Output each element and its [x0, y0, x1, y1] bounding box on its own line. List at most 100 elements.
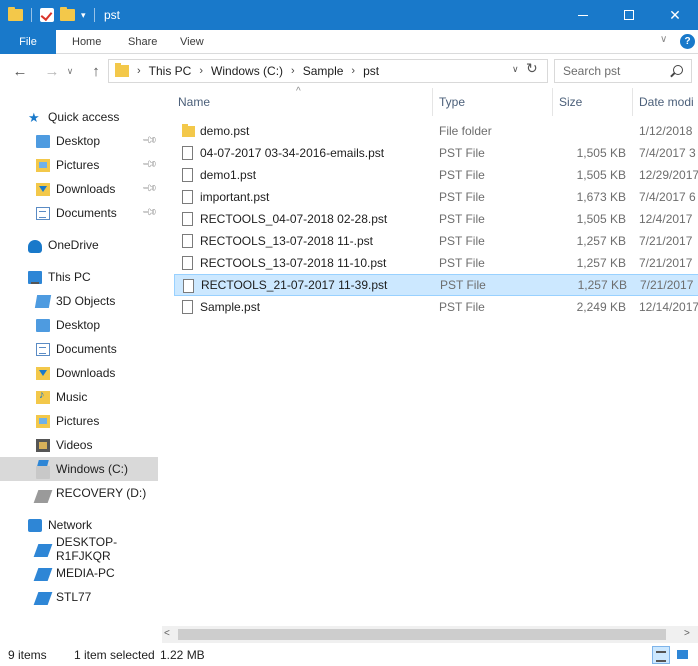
file-icon: [182, 256, 193, 270]
file-name: RECTOOLS_13-07-2018 11-.pst: [200, 234, 373, 248]
file-row[interactable]: 04-07-2017 03-34-2016-emails.pst PST Fil…: [174, 142, 698, 164]
nav-recovery-d[interactable]: RECOVERY (D:): [0, 481, 158, 505]
up-button[interactable]: ↑: [86, 61, 106, 81]
network-computer-icon: [33, 568, 53, 581]
horizontal-scrollbar[interactable]: < >: [162, 626, 698, 643]
breadcrumb-separator[interactable]: ›: [291, 65, 295, 77]
nav-network[interactable]: Network: [0, 513, 158, 537]
file-row[interactable]: demo.pst File folder 1/12/2018: [174, 120, 698, 142]
status-selection-size: 1.22 MB: [160, 648, 205, 662]
nav-network-desktop[interactable]: DESKTOP-R1FJKQR: [0, 535, 158, 563]
nav-label: Videos: [56, 438, 93, 452]
file-row[interactable]: Sample.pst PST File 2,249 KB 12/14/2017: [174, 296, 698, 318]
file-row[interactable]: RECTOOLS_13-07-2018 11-10.pst PST File 1…: [174, 252, 698, 274]
breadcrumb-windows-c[interactable]: Windows (C:): [211, 64, 283, 78]
column-header-date[interactable]: Date modi: [632, 88, 698, 116]
breadcrumb-sample[interactable]: Sample: [303, 64, 344, 78]
nav-music[interactable]: Music: [0, 385, 158, 409]
file-date: 7/4/2017 3: [639, 146, 696, 160]
nav-onedrive[interactable]: OneDrive: [0, 233, 158, 257]
nav-quick-documents[interactable]: Documents 📌︎: [0, 201, 158, 225]
customize-toolbar-chevron-icon[interactable]: ▾: [81, 10, 86, 21]
nav-videos[interactable]: Videos: [0, 433, 158, 457]
file-size: 1,673 KB: [576, 190, 626, 204]
status-bar: 9 items 1 item selected 1.22 MB: [0, 644, 698, 666]
nav-quick-downloads[interactable]: Downloads 📌︎: [0, 177, 158, 201]
nav-label: Desktop: [56, 134, 101, 148]
tab-view[interactable]: View: [180, 30, 204, 54]
minimize-button[interactable]: [560, 0, 606, 30]
nav-quick-pictures[interactable]: Pictures 📌︎: [0, 153, 158, 177]
back-button[interactable]: ←: [10, 61, 30, 81]
nav-network-media-pc[interactable]: MEDIA-PC: [0, 561, 158, 585]
scrollbar-thumb[interactable]: [178, 629, 666, 640]
nav-documents[interactable]: Documents: [0, 337, 158, 361]
tab-share[interactable]: Share: [128, 30, 157, 54]
nav-this-pc[interactable]: This PC: [0, 265, 158, 289]
nav-windows-c[interactable]: Windows (C:): [0, 457, 158, 481]
tab-file[interactable]: File: [0, 30, 56, 54]
nav-3d-objects[interactable]: 3D Objects: [0, 289, 158, 313]
help-icon[interactable]: ?: [680, 34, 695, 49]
nav-desktop[interactable]: Desktop: [0, 313, 158, 337]
column-header-name[interactable]: Name: [172, 88, 434, 116]
file-name: demo1.pst: [200, 168, 257, 182]
file-row[interactable]: demo1.pst PST File 1,505 KB 12/29/2017: [174, 164, 698, 186]
file-date: 1/12/2018: [639, 124, 693, 138]
file-date: 7/21/2017: [639, 234, 693, 248]
file-name: important.pst: [200, 190, 270, 204]
file-list: demo.pst File folder 1/12/2018 04-07-201…: [162, 120, 698, 620]
nav-quick-desktop[interactable]: Desktop 📌︎: [0, 129, 158, 153]
file-date: 7/21/2017: [640, 278, 694, 292]
address-bar[interactable]: › This PC › Windows (C:) › Sample › pst: [108, 59, 548, 83]
column-headers: Name Type Size Date modi: [162, 88, 698, 116]
column-header-size[interactable]: Size: [552, 88, 632, 116]
navigation-pane: ★ Quick access Desktop 📌︎ Pictures 📌︎ Do…: [0, 88, 160, 638]
breadcrumb-pst[interactable]: pst: [363, 64, 379, 78]
column-header-type[interactable]: Type: [432, 88, 550, 116]
pin-icon[interactable]: 📌︎: [141, 132, 158, 149]
tab-home[interactable]: Home: [72, 30, 101, 54]
file-row-selected[interactable]: RECTOOLS_21-07-2017 11-39.pst PST File 1…: [174, 274, 698, 296]
close-button[interactable]: ✕: [652, 0, 698, 30]
nav-label: OneDrive: [48, 238, 99, 252]
new-folder-icon[interactable]: [60, 7, 75, 21]
file-size: 1,257 KB: [576, 234, 626, 248]
downloads-icon: [36, 182, 50, 196]
scroll-left-arrow-icon[interactable]: <: [164, 628, 170, 639]
nav-downloads[interactable]: Downloads: [0, 361, 158, 385]
nav-network-stl77[interactable]: STL77: [0, 585, 158, 609]
details-view-icon[interactable]: [652, 646, 670, 664]
address-history-chevron-icon[interactable]: ∨: [512, 64, 519, 75]
expand-ribbon-chevron-icon[interactable]: ∨: [660, 34, 667, 45]
recent-locations-chevron-icon[interactable]: ∨: [64, 61, 76, 81]
file-row[interactable]: important.pst PST File 1,673 KB 7/4/2017…: [174, 186, 698, 208]
network-icon: [28, 518, 42, 532]
breadcrumb-this-pc[interactable]: This PC: [149, 64, 192, 78]
cloud-icon: [28, 240, 42, 253]
file-type: PST File: [439, 168, 485, 182]
search-icon[interactable]: [673, 65, 683, 75]
maximize-button[interactable]: [606, 0, 652, 30]
large-icons-view-icon[interactable]: [674, 646, 692, 664]
scroll-right-arrow-icon[interactable]: >: [684, 628, 690, 639]
forward-button[interactable]: →: [42, 61, 62, 81]
network-computer-icon: [33, 544, 53, 557]
nav-quick-access[interactable]: ★ Quick access: [0, 105, 158, 129]
breadcrumb-separator[interactable]: ›: [137, 65, 141, 77]
pin-icon[interactable]: 📌︎: [141, 180, 158, 197]
nav-pictures[interactable]: Pictures: [0, 409, 158, 433]
search-box[interactable]: [554, 59, 692, 83]
breadcrumb-separator[interactable]: ›: [199, 65, 203, 77]
properties-icon[interactable]: [40, 8, 54, 22]
toolbar-divider: [93, 8, 95, 22]
search-input[interactable]: [563, 64, 663, 78]
pin-icon[interactable]: 📌︎: [141, 156, 158, 173]
file-row[interactable]: RECTOOLS_13-07-2018 11-.pst PST File 1,2…: [174, 230, 698, 252]
pin-icon[interactable]: 📌︎: [141, 204, 158, 221]
breadcrumb-separator[interactable]: ›: [351, 65, 355, 77]
file-row[interactable]: RECTOOLS_04-07-2018 02-28.pst PST File 1…: [174, 208, 698, 230]
refresh-icon[interactable]: ↻: [526, 60, 538, 77]
nav-label: Downloads: [56, 182, 116, 196]
nav-label: This PC: [48, 270, 91, 284]
